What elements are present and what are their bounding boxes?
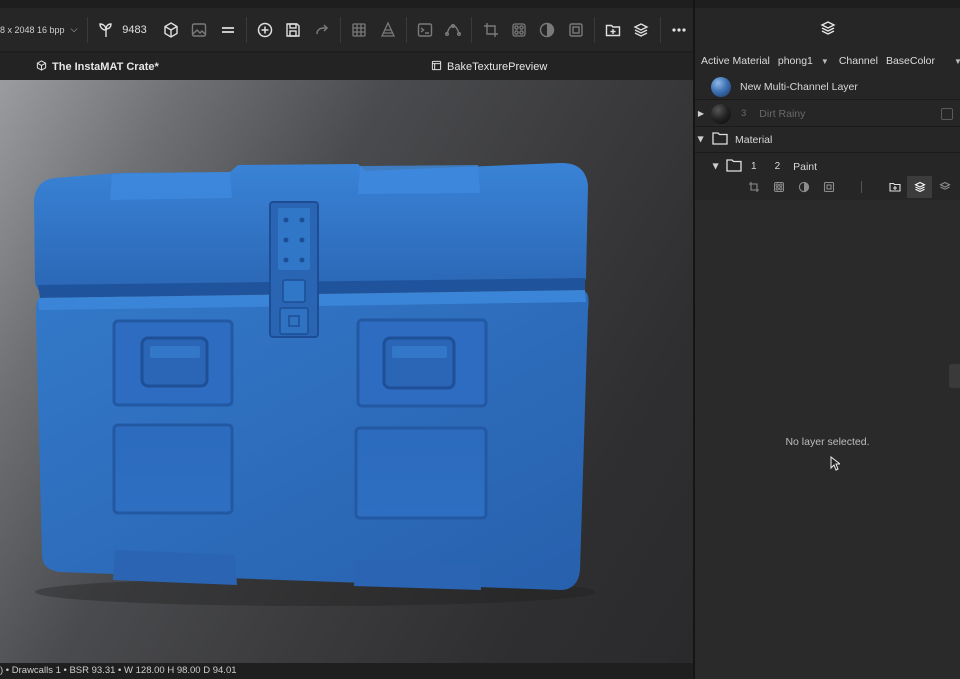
chevron-down-icon: ⌵ — [70, 24, 78, 34]
crate-model — [34, 162, 595, 606]
tab-label: BakeTexturePreview — [447, 60, 548, 73]
toolbar-divider — [405, 16, 407, 43]
active-material-select[interactable]: phong1 — [778, 55, 813, 67]
cube-icon[interactable] — [158, 16, 184, 44]
contrast-icon[interactable] — [791, 176, 816, 198]
toolbar-divider — [659, 16, 661, 43]
folder-icon — [712, 131, 728, 148]
main-toolbar: 8 x 2048 16 bpp ⌵ 9483 — [0, 8, 693, 51]
material-channel-row: Active Material phong1 ▼ Channel BaseCol… — [695, 51, 960, 71]
layer-visibility-checkbox[interactable] — [941, 107, 953, 120]
document-tabbar: The InstaMAT Crate* BakeTexturePreview — [0, 53, 693, 80]
layer-row[interactable]: ▶ Material — [695, 126, 960, 153]
active-material-label: Active Material — [701, 55, 770, 67]
chevron-down-icon[interactable]: ▼ — [954, 57, 960, 66]
contrast-icon[interactable] — [534, 16, 560, 44]
chevron-down-icon[interactable]: ▼ — [821, 57, 829, 66]
layer-properties-area: No layer selected. — [695, 200, 960, 679]
crop-icon[interactable] — [741, 176, 766, 198]
image-frame-icon — [431, 60, 442, 74]
tools-divider — [861, 181, 862, 193]
layers-add-icon[interactable] — [907, 176, 932, 198]
more-icon[interactable] — [666, 16, 692, 44]
layers-panel-header — [695, 8, 960, 51]
3d-viewport[interactable] — [0, 80, 693, 663]
layer-badge: 2 — [774, 161, 781, 172]
collapse-handle[interactable] — [949, 364, 960, 388]
expand-arrow-icon[interactable]: ▶ — [697, 134, 706, 146]
layer-badge: 3 — [741, 108, 747, 119]
layer-name: New Multi-Channel Layer — [740, 80, 858, 93]
terminal-icon[interactable] — [412, 16, 438, 44]
layers-panel: Active Material phong1 ▼ Channel BaseCol… — [695, 51, 960, 679]
folder-icon — [726, 158, 742, 175]
grid-icon[interactable] — [346, 16, 372, 44]
expand-arrow-icon[interactable]: ▶ — [712, 161, 721, 173]
tab-label: The InstaMAT Crate* — [52, 60, 159, 73]
tab-instamat-crate[interactable]: The InstaMAT Crate* — [36, 53, 159, 80]
layer-thumbnail — [711, 76, 731, 97]
add-circle-icon[interactable] — [252, 16, 278, 44]
channel-label: Channel — [838, 55, 878, 67]
layer-badge: 1 — [751, 161, 757, 172]
layer-row[interactable]: New Multi-Channel Layer — [695, 73, 960, 100]
save-icon[interactable] — [280, 16, 306, 44]
status-text: ) • Drawcalls 1 • BSR 93.31 • W 128.00 H… — [0, 665, 237, 676]
toolbar-divider — [471, 16, 473, 43]
crop-icon[interactable] — [477, 16, 503, 44]
layer-name: Paint — [793, 160, 818, 173]
layer-name: Dirt Rainy — [759, 107, 806, 120]
pyramid-icon[interactable] — [374, 16, 400, 44]
pattern-icon[interactable] — [506, 16, 532, 44]
toolbar-divider — [86, 16, 88, 43]
seed-count: 9483 — [122, 23, 147, 36]
pattern-icon[interactable] — [766, 176, 791, 198]
channel-select[interactable]: BaseColor — [886, 55, 935, 67]
seedling-icon[interactable] — [93, 16, 119, 44]
equals-icon[interactable] — [215, 16, 241, 44]
mouse-cursor-icon — [830, 455, 842, 474]
cube-icon — [36, 59, 47, 74]
resolution-label: 8 x 2048 16 bpp — [0, 24, 65, 35]
layers-add-icon[interactable] — [628, 16, 654, 44]
empty-state-message: No layer selected. — [785, 436, 870, 448]
layer-row[interactable]: ▶ 3 Dirt Rainy — [695, 100, 960, 127]
toolbar-divider — [340, 16, 341, 43]
image-frame-icon[interactable] — [816, 176, 841, 198]
expand-arrow-icon[interactable]: ▶ — [695, 109, 707, 118]
viewport-status-bar: ) • Drawcalls 1 • BSR 93.31 • W 128.00 H… — [0, 663, 693, 679]
add-folder-icon[interactable] — [882, 176, 907, 198]
toolbar-divider — [245, 16, 247, 43]
curve-icon[interactable] — [440, 16, 466, 44]
image-frame-icon[interactable] — [563, 16, 589, 44]
layer-name: Material — [735, 133, 773, 146]
toolbar-divider — [593, 16, 595, 43]
add-folder-icon[interactable] — [600, 16, 626, 44]
redo-icon[interactable] — [309, 16, 335, 44]
layers-icon[interactable] — [932, 176, 957, 198]
layer-thumbnail — [711, 103, 731, 124]
layers-icon[interactable] — [819, 19, 837, 40]
image-icon[interactable] — [186, 16, 212, 44]
resolution-select[interactable]: 8 x 2048 16 bpp ⌵ — [0, 8, 83, 51]
layer-tools-strip — [695, 176, 960, 198]
tab-bake-texture-preview[interactable]: BakeTexturePreview — [431, 53, 547, 80]
